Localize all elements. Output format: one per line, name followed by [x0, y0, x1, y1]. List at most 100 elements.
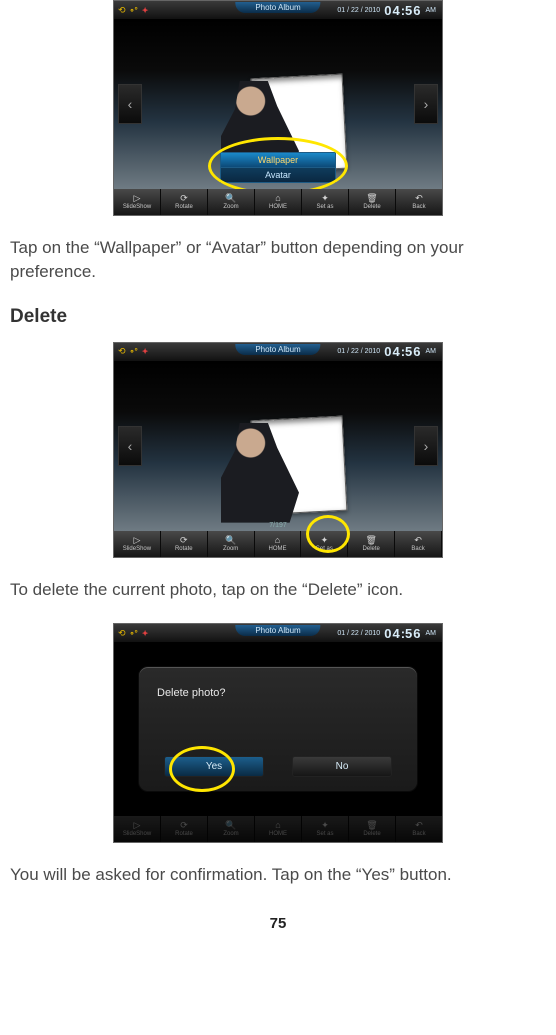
dialog-question: Delete photo? [157, 687, 399, 699]
delete-icon: 🗑 [366, 536, 377, 545]
setas-icon: ✦ [321, 536, 329, 545]
delete-icon: 🗑 [366, 821, 377, 830]
setas-button[interactable]: ✦Set as [302, 189, 349, 215]
clock: 04:56 [384, 626, 421, 641]
next-photo-button[interactable]: › [414, 426, 438, 466]
setas-label: Set as [316, 204, 333, 210]
signal-icon: ∘° [130, 347, 138, 356]
status-bar: ⟲ ∘° ✦ Photo Album 01 / 22 / 2010 04:56 … [114, 1, 442, 19]
home-button[interactable]: ⌂HOME [255, 189, 302, 215]
ampm: AM [426, 630, 437, 637]
next-photo-button[interactable]: › [414, 84, 438, 124]
status-date: 01 / 22 / 2010 [337, 348, 380, 355]
status-bar: ⟲ ∘° ✦ Photo Album 01 / 22 / 2010 04:56 … [114, 624, 442, 642]
delete-button[interactable]: 🗑Delete [348, 531, 395, 557]
setas-icon: ✦ [321, 821, 329, 830]
setas-label: Set as [316, 546, 333, 552]
alert-icon: ✦ [142, 629, 149, 638]
status-right: 01 / 22 / 2010 04:56 AM [337, 3, 442, 18]
photo-viewport: ‹ › 7/197 [114, 361, 442, 531]
setas-button[interactable]: ✦Set as [301, 531, 348, 557]
rotate-button: ⟳Rotate [161, 816, 208, 842]
status-date: 01 / 22 / 2010 [337, 7, 380, 14]
rotate-icon: ⟳ [180, 536, 188, 545]
home-icon: ⌂ [275, 194, 280, 203]
delete-button[interactable]: 🗑Delete [349, 189, 396, 215]
zoom-button[interactable]: 🔍Zoom [208, 531, 255, 557]
home-label: HOME [269, 546, 287, 552]
slideshow-icon: ▷ [134, 194, 141, 203]
signal-icon: ∘° [130, 629, 138, 638]
zoom-button: 🔍Zoom [208, 816, 255, 842]
back-icon: ↶ [415, 821, 423, 830]
back-icon: ↶ [415, 194, 423, 203]
back-label: Back [412, 204, 425, 210]
clock: 04:56 [384, 344, 421, 359]
back-label: Back [412, 831, 425, 837]
prev-photo-button[interactable]: ‹ [118, 426, 142, 466]
toolbar: ▷SlideShow ⟳Rotate 🔍Zoom ⌂HOME ✦Set as 🗑… [114, 189, 442, 215]
setas-icon: ✦ [321, 194, 329, 203]
status-icons: ⟲ ∘° ✦ [114, 5, 148, 16]
rotate-icon: ⟳ [180, 821, 188, 830]
rotate-button[interactable]: ⟳Rotate [161, 531, 208, 557]
avatar-option[interactable]: Avatar [220, 168, 336, 183]
slideshow-icon: ▷ [134, 821, 141, 830]
home-label: HOME [269, 204, 287, 210]
instruction-setas: Tap on the “Wallpaper” or “Avatar” butto… [10, 236, 546, 284]
home-button: ⌂HOME [255, 816, 302, 842]
alert-icon: ✦ [142, 347, 149, 356]
rotate-icon: ⟳ [180, 194, 188, 203]
setas-popup: Wallpaper Avatar [220, 152, 336, 183]
zoom-icon: 🔍 [225, 536, 236, 545]
dialog-buttons: Yes No [157, 756, 399, 777]
slideshow-button[interactable]: ▷SlideShow [114, 531, 161, 557]
rotate-label: Rotate [175, 204, 193, 210]
delete-heading: Delete [10, 306, 546, 328]
rotate-label: Rotate [175, 831, 193, 837]
app-title: Photo Album [235, 344, 320, 355]
home-label: HOME [269, 831, 287, 837]
rotate-label: Rotate [175, 546, 193, 552]
wallpaper-option[interactable]: Wallpaper [220, 152, 336, 168]
delete-label: Delete [363, 831, 380, 837]
yes-button[interactable]: Yes [164, 756, 264, 777]
screenshot-setas: ⟲ ∘° ✦ Photo Album 01 / 22 / 2010 04:56 … [113, 0, 443, 216]
zoom-label: Zoom [223, 546, 238, 552]
photo-content [203, 373, 353, 523]
page-number: 75 [10, 915, 546, 932]
instruction-confirm: You will be asked for confirmation. Tap … [10, 863, 546, 887]
back-icon: ↶ [414, 536, 422, 545]
setas-label: Set as [316, 831, 333, 837]
slideshow-label: SlideShow [123, 831, 151, 837]
delete-button: 🗑Delete [349, 816, 396, 842]
delete-label: Delete [363, 204, 380, 210]
zoom-label: Zoom [223, 204, 238, 210]
home-button[interactable]: ⌂HOME [255, 531, 302, 557]
back-button[interactable]: ↶Back [395, 531, 442, 557]
delete-icon: 🗑 [366, 194, 377, 203]
slideshow-label: SlideShow [123, 204, 151, 210]
confirm-dialog: Delete photo? Yes No [138, 666, 418, 792]
status-icons: ⟲ ∘° ✦ [114, 346, 148, 357]
status-date: 01 / 22 / 2010 [337, 630, 380, 637]
status-right: 01 / 22 / 2010 04:56 AM [337, 344, 442, 359]
rotate-button[interactable]: ⟳Rotate [161, 189, 208, 215]
ampm: AM [426, 348, 437, 355]
delete-label: Delete [363, 546, 380, 552]
home-icon: ⌂ [275, 821, 280, 830]
prev-photo-button[interactable]: ‹ [118, 84, 142, 124]
slideshow-button[interactable]: ▷SlideShow [114, 189, 161, 215]
zoom-button[interactable]: 🔍Zoom [208, 189, 255, 215]
back-label: Back [411, 546, 424, 552]
toolbar-disabled: ▷SlideShow ⟳Rotate 🔍Zoom ⌂HOME ✦Set as 🗑… [114, 816, 442, 842]
no-button[interactable]: No [292, 756, 392, 777]
loop-icon: ⟲ [118, 346, 126, 357]
slideshow-button: ▷SlideShow [114, 816, 161, 842]
back-button[interactable]: ↶Back [396, 189, 442, 215]
zoom-icon: 🔍 [225, 194, 236, 203]
zoom-label: Zoom [223, 831, 238, 837]
alert-icon: ✦ [142, 6, 149, 15]
app-title: Photo Album [235, 2, 320, 13]
toolbar: ▷SlideShow ⟳Rotate 🔍Zoom ⌂HOME ✦Set as 🗑… [114, 531, 442, 557]
